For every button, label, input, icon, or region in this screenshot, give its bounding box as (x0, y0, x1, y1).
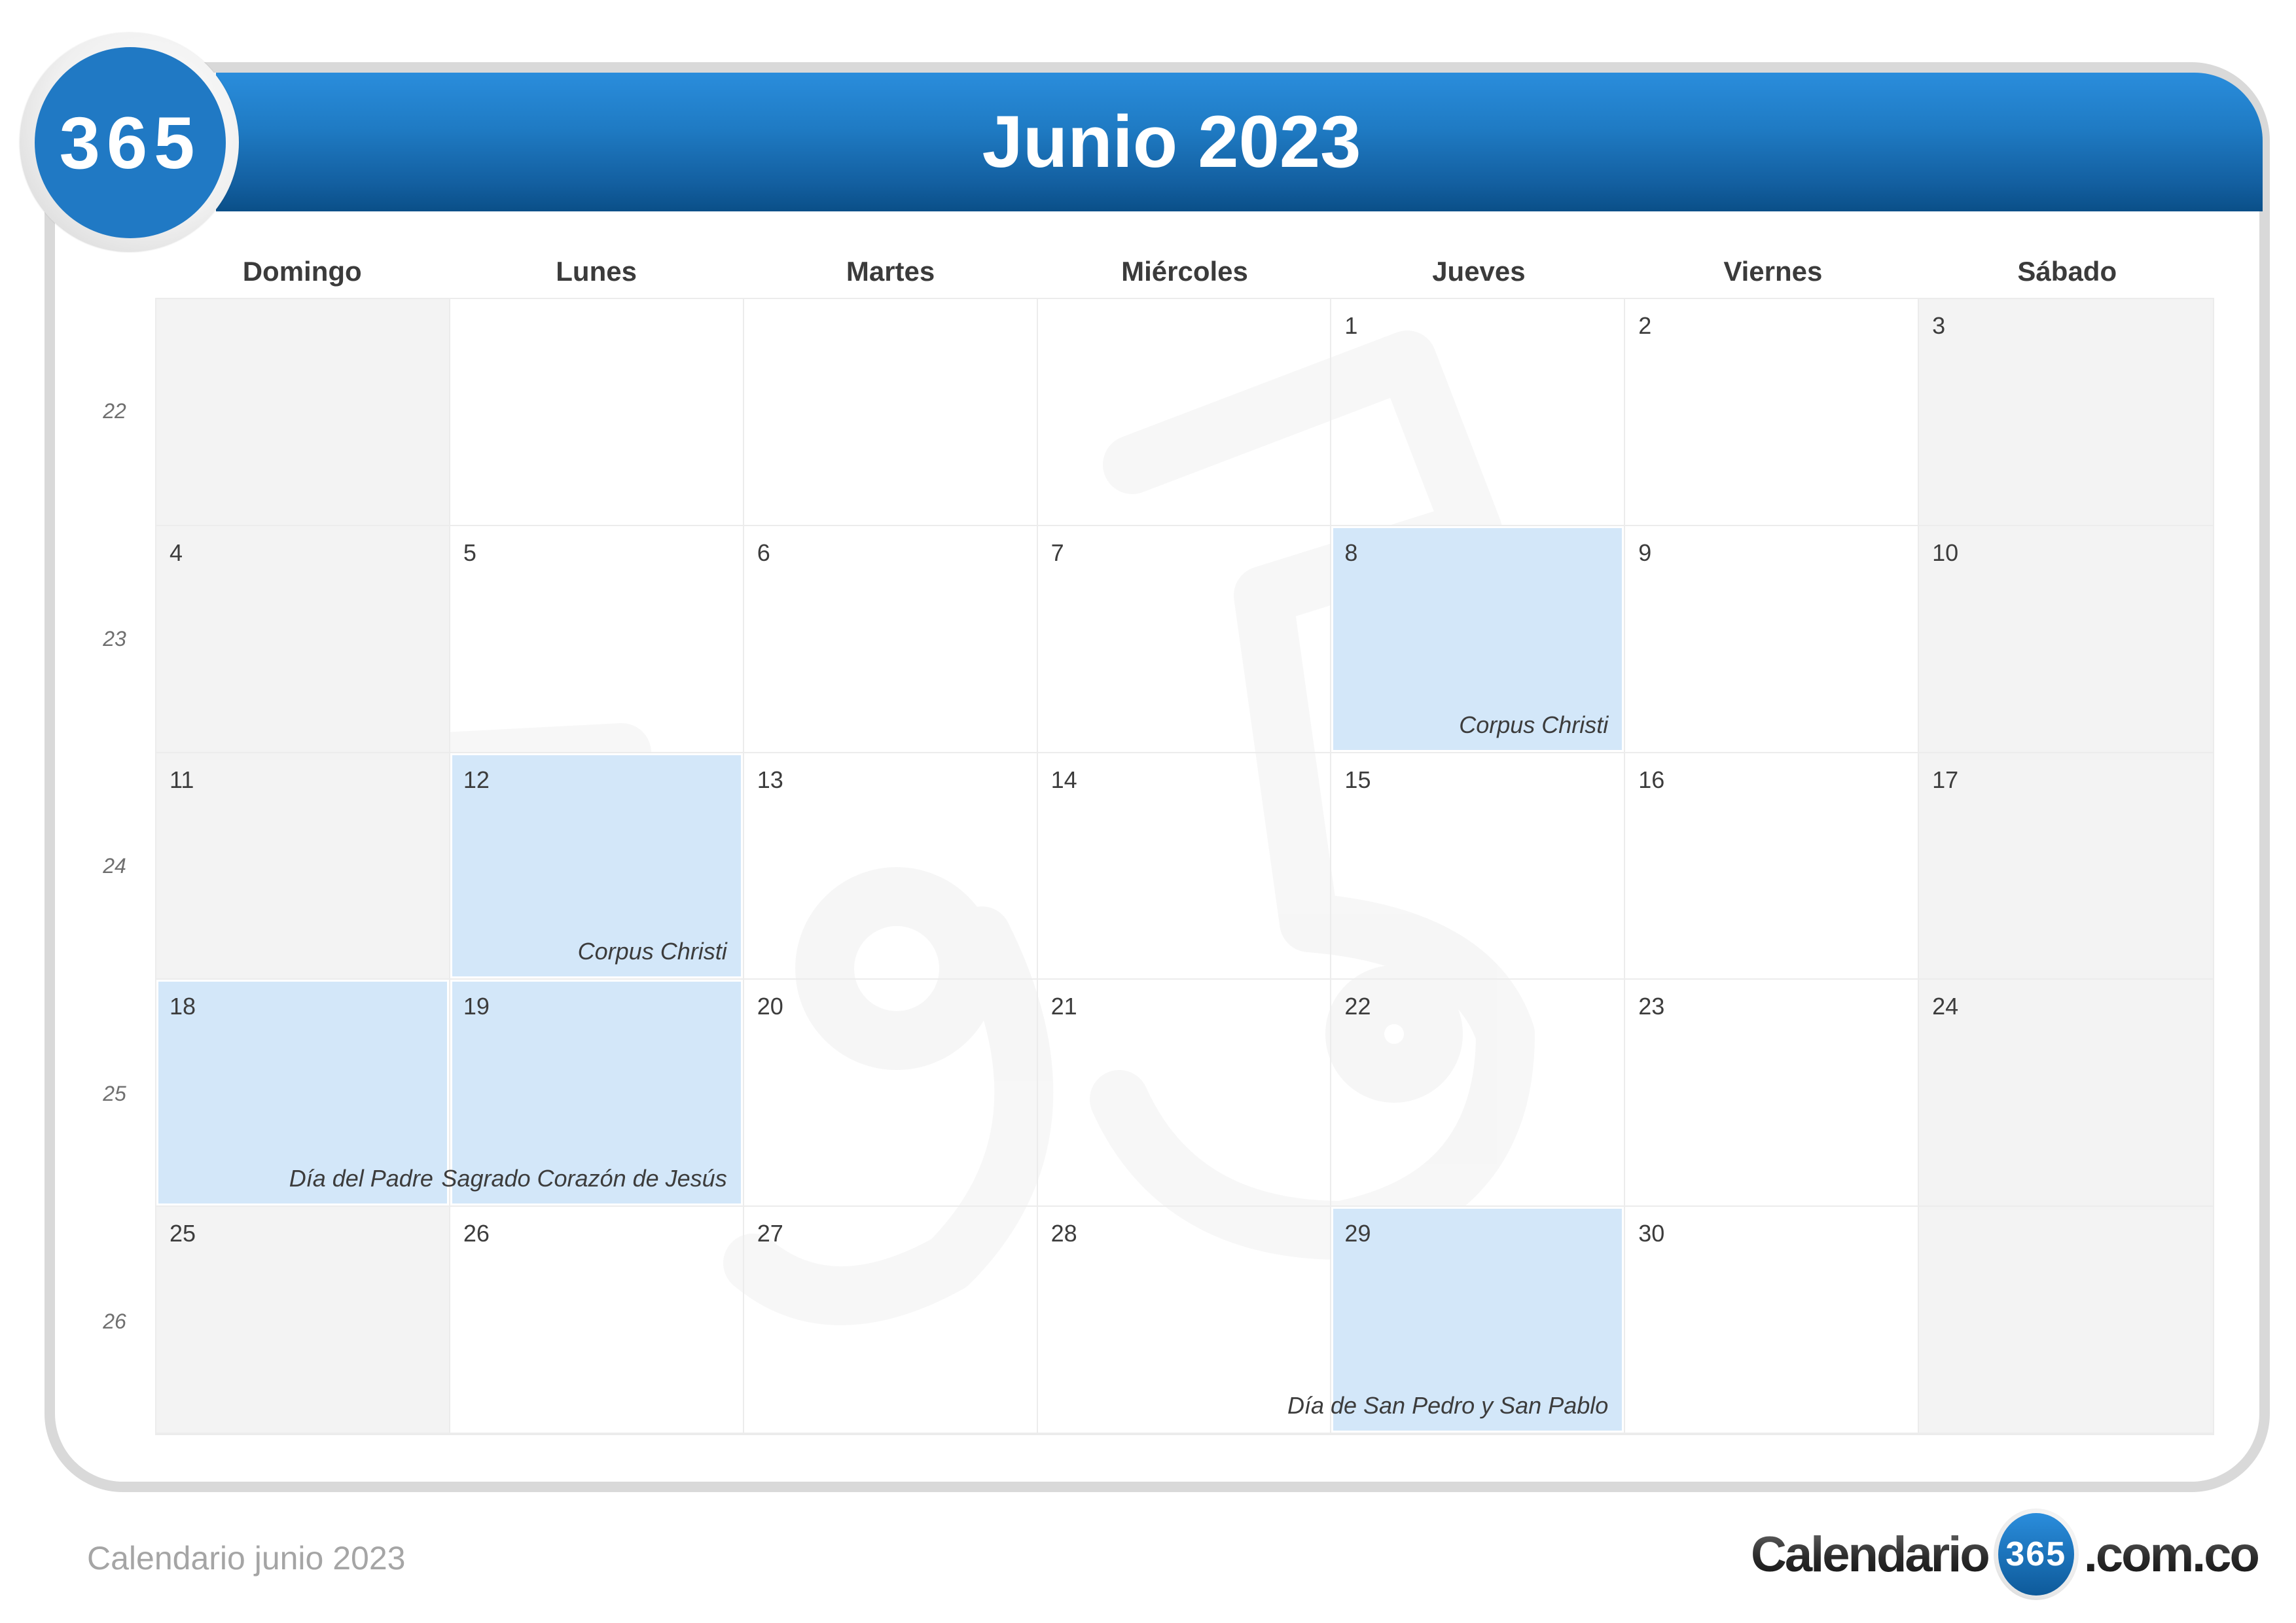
holiday-label: Día de San Pedro y San Pablo (1287, 1391, 1609, 1419)
day-cell[interactable]: 21 (1037, 980, 1332, 1207)
day-cell[interactable]: 26 (450, 1207, 744, 1434)
footer-caption: Calendario junio 2023 (87, 1540, 406, 1577)
logo-365-icon: 365 (35, 47, 226, 238)
day-cell[interactable]: 12 Corpus Christi (450, 753, 744, 980)
day-number: 12 (463, 766, 490, 793)
day-cell[interactable]: 22 (1331, 980, 1626, 1207)
day-cell[interactable]: 3 (1919, 299, 2213, 526)
day-number: 10 (1932, 539, 1959, 566)
day-cell[interactable]: 23 (1625, 980, 1920, 1207)
day-number: 7 (1050, 539, 1064, 566)
brand-badge-ring: 365 (1993, 1508, 2079, 1600)
day-number: 24 (1932, 993, 1959, 1020)
day-cell[interactable]: 27 (744, 1207, 1038, 1434)
day-cell[interactable]: 24 (1919, 980, 2213, 1207)
day-number: 1 (1344, 312, 1358, 339)
day-cell[interactable]: 17 (1919, 753, 2213, 980)
weekday-friday: Viernes (1723, 256, 1823, 287)
weekday-monday: Lunes (556, 256, 637, 287)
day-number: 2 (1638, 312, 1652, 339)
brand-badge-365-icon: 365 (1998, 1513, 2074, 1596)
day-cell[interactable]: 18 Día del Padre (156, 980, 450, 1207)
day-number: 26 (463, 1220, 490, 1247)
week-number: 23 (103, 626, 126, 651)
day-cell[interactable]: 5 (450, 526, 744, 753)
empty-day-cell (744, 299, 1038, 526)
day-number: 4 (170, 539, 183, 566)
day-number: 15 (1344, 766, 1371, 793)
day-cell[interactable]: 9 (1625, 526, 1920, 753)
day-number: 14 (1050, 766, 1077, 793)
day-cell[interactable]: 4 (156, 526, 450, 753)
weekday-tuesday: Martes (846, 256, 935, 287)
day-cell[interactable]: 20 (744, 980, 1038, 1207)
weekday-sunday: Domingo (242, 256, 362, 287)
day-cell[interactable]: 1 (1331, 299, 1626, 526)
empty-day-cell (156, 299, 450, 526)
day-number: 8 (1344, 539, 1358, 566)
day-number: 18 (170, 993, 196, 1020)
day-number: 22 (1344, 993, 1371, 1020)
day-cell[interactable]: 7 (1037, 526, 1332, 753)
day-cell[interactable]: 25 (156, 1207, 450, 1434)
day-number: 9 (1638, 539, 1652, 566)
day-number: 11 (170, 766, 194, 793)
day-number: 27 (757, 1220, 783, 1247)
day-cell[interactable]: 19 Sagrado Corazón de Jesús (441, 980, 744, 1207)
week-number-column: 22 23 24 25 26 (79, 298, 151, 1435)
week-number: 26 (103, 1309, 126, 1333)
holiday-label: Día del Padre (289, 1165, 433, 1192)
week-number: 25 (103, 1082, 126, 1106)
weekday-saturday: Sábado (2017, 256, 2117, 287)
empty-day-cell (1037, 299, 1332, 526)
day-number: 30 (1638, 1220, 1665, 1247)
holiday-label: Sagrado Corazón de Jesús (441, 1165, 727, 1192)
week-number: 24 (103, 854, 126, 878)
empty-day-cell (450, 299, 744, 526)
day-number: 23 (1638, 993, 1665, 1020)
day-number: 17 (1932, 766, 1959, 793)
day-cell[interactable]: 29 Día de San Pedro y San Pablo (1287, 1207, 1626, 1434)
holiday-label: Corpus Christi (1459, 711, 1609, 738)
day-cell[interactable]: 11 (156, 753, 450, 980)
day-number: 25 (170, 1220, 196, 1247)
day-number: 29 (1344, 1220, 1371, 1247)
week-number: 22 (103, 399, 126, 423)
day-number: 5 (463, 539, 476, 566)
day-cell[interactable]: 15 (1331, 753, 1626, 980)
day-cell[interactable]: 13 (744, 753, 1038, 980)
day-cell[interactable]: 30 (1625, 1207, 1920, 1434)
weekday-thursday: Jueves (1432, 256, 1526, 287)
weekday-header-row: Domingo Lunes Martes Miércoles Jueves Vi… (155, 252, 2214, 291)
day-number: 19 (463, 993, 490, 1020)
day-number: 6 (757, 539, 770, 566)
holiday-label: Corpus Christi (577, 938, 727, 965)
calendar-grid: 1 2 3 4 5 6 7 8 Corpus Christi 9 10 11 12 Corpus Chri… (155, 298, 2214, 1435)
day-cell[interactable]: 8 Corpus Christi (1331, 526, 1626, 753)
day-cell[interactable]: 2 (1625, 299, 1920, 526)
day-cell[interactable]: 6 (744, 526, 1038, 753)
day-cell[interactable]: 16 (1625, 753, 1920, 980)
day-number: 21 (1050, 993, 1077, 1020)
day-cell[interactable]: 14 (1037, 753, 1332, 980)
brand-word-right: .com.co (2083, 1526, 2260, 1582)
day-number: 20 (757, 993, 783, 1020)
day-number: 16 (1638, 766, 1665, 793)
weekday-wednesday: Miércoles (1121, 256, 1248, 287)
day-number: 13 (757, 766, 783, 793)
day-cell[interactable]: 10 (1919, 526, 2213, 753)
empty-day-cell (1919, 1207, 2213, 1434)
day-number: 3 (1932, 312, 1946, 339)
brand-word-left: Calendario (1751, 1526, 1990, 1582)
day-number: 28 (1050, 1220, 1077, 1247)
brand-logo[interactable]: Calendario 365 .com.co (1751, 1505, 2260, 1603)
month-title: Junio 2023 (982, 101, 1361, 183)
